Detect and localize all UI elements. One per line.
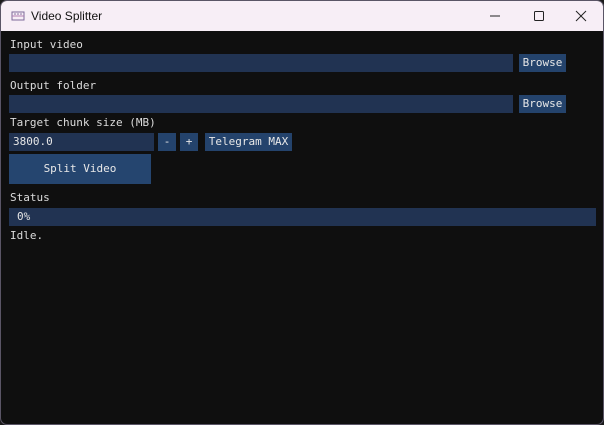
chunk-size-input[interactable] bbox=[9, 133, 154, 151]
app-icon bbox=[11, 9, 25, 23]
main-panel: Input video Browse Output folder Browse … bbox=[1, 31, 603, 424]
chunk-size-decrement-button[interactable]: - bbox=[158, 133, 176, 151]
app-window: Video Splitter Input video Browse Output… bbox=[0, 0, 604, 425]
chunk-size-increment-button[interactable]: + bbox=[180, 133, 198, 151]
title-bar[interactable]: Video Splitter bbox=[1, 1, 603, 31]
progress-bar: 0% bbox=[9, 208, 596, 226]
minimize-icon bbox=[489, 10, 501, 22]
output-browse-button[interactable]: Browse bbox=[519, 95, 566, 113]
input-video-label: Input video bbox=[10, 38, 83, 51]
input-browse-button[interactable]: Browse bbox=[519, 54, 566, 72]
status-label: Status bbox=[10, 191, 50, 204]
progress-text: 0% bbox=[17, 210, 31, 223]
window-title: Video Splitter bbox=[31, 9, 103, 23]
status-message: Idle. bbox=[10, 229, 44, 242]
close-button[interactable] bbox=[559, 1, 603, 31]
minimize-button[interactable] bbox=[473, 1, 517, 31]
output-folder-label: Output folder bbox=[10, 79, 97, 92]
split-video-button[interactable]: Split Video bbox=[9, 154, 151, 184]
telegram-max-button[interactable]: Telegram MAX bbox=[205, 133, 292, 151]
close-icon bbox=[575, 10, 587, 22]
output-folder-field[interactable] bbox=[9, 95, 513, 113]
input-video-field[interactable] bbox=[9, 54, 513, 72]
maximize-button[interactable] bbox=[517, 1, 561, 31]
maximize-icon bbox=[533, 10, 545, 22]
chunk-size-label: Target chunk size (MB) bbox=[10, 116, 156, 129]
